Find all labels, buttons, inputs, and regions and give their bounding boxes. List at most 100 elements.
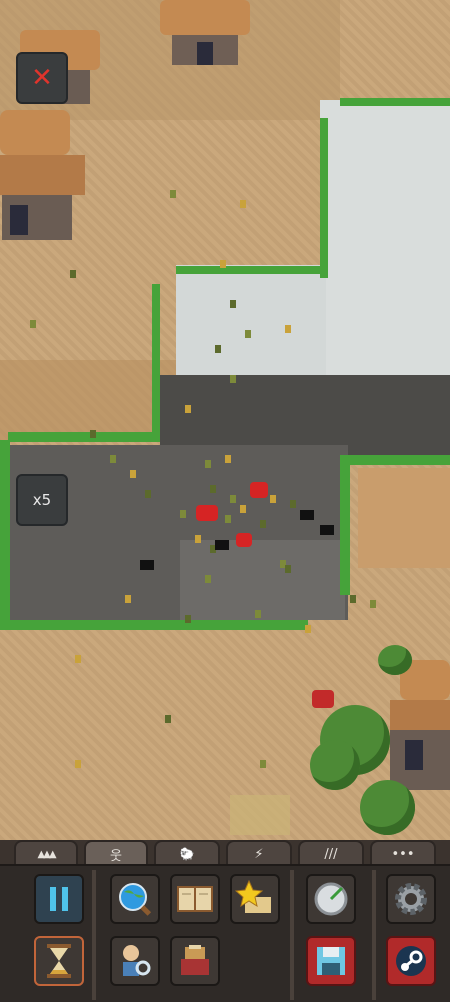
save-button[interactable]	[306, 936, 356, 986]
panel-divider	[372, 870, 376, 1000]
clock-button[interactable]	[306, 874, 356, 924]
villager-sprite[interactable]	[370, 600, 376, 608]
floppy-disk-icon	[317, 947, 345, 975]
speed-label: x5	[32, 491, 52, 509]
villager-sprite[interactable]	[305, 625, 311, 633]
frozen-water	[320, 100, 450, 380]
history-button[interactable]	[170, 936, 220, 986]
villager-sprite[interactable]	[240, 200, 246, 208]
tab-terrain[interactable]: ▲▲▲	[14, 840, 78, 866]
villager-sprite[interactable]	[230, 300, 236, 308]
villager-sprite[interactable]	[30, 320, 36, 328]
villager-sprite[interactable]	[260, 520, 266, 528]
villager-sprite[interactable]	[215, 345, 221, 353]
more-icon: •••	[391, 846, 415, 862]
villager-sprite[interactable]	[255, 610, 261, 618]
shadow-creature-sprite[interactable]	[300, 510, 314, 520]
villager-sprite[interactable]	[230, 375, 236, 383]
gear-icon	[395, 883, 427, 915]
radar-icon	[314, 882, 348, 916]
villager-sprite[interactable]	[205, 575, 211, 583]
close-x-icon: ✕	[31, 63, 53, 93]
sand-patch	[358, 468, 450, 568]
world-laws-button[interactable]	[170, 874, 220, 924]
steam-icon	[396, 946, 426, 976]
book-icon	[177, 886, 213, 912]
tree	[378, 645, 412, 675]
world-inspect-button[interactable]	[110, 874, 160, 924]
village-house[interactable]	[0, 110, 85, 240]
villager-sprite[interactable]	[290, 500, 296, 508]
tab-creatures[interactable]: 🐑	[154, 840, 220, 866]
stone-ground	[160, 375, 450, 455]
kingdom-border	[152, 284, 160, 434]
villager-sprite[interactable]	[125, 595, 131, 603]
pause-button[interactable]	[34, 874, 84, 924]
village-house[interactable]	[160, 0, 250, 70]
tab-disasters[interactable]: ⚡	[226, 840, 292, 866]
villager-sprite[interactable]	[195, 535, 201, 543]
person-magnifier-icon	[123, 945, 151, 976]
creature-icon: 🐑	[179, 847, 195, 861]
steam-button[interactable]	[386, 936, 436, 986]
villager-sprite[interactable]	[225, 455, 231, 463]
villager-sprite[interactable]	[145, 490, 151, 498]
tools-icon: ///	[324, 846, 338, 862]
villager-sprite[interactable]	[130, 470, 136, 478]
shadow-creature-sprite[interactable]	[320, 525, 334, 535]
villager-sprite[interactable]	[185, 615, 191, 623]
achievements-button[interactable]	[230, 874, 280, 924]
shadow-creature-sprite[interactable]	[215, 540, 229, 550]
kingdom-border	[340, 98, 450, 106]
terrain-icon: ▲▲▲	[37, 848, 56, 860]
villager-sprite[interactable]	[75, 760, 81, 768]
villager-sprite[interactable]	[185, 405, 191, 413]
villager-sprite[interactable]	[90, 430, 96, 438]
blood-splatter	[196, 505, 218, 521]
blood-splatter	[312, 690, 334, 708]
villager-sprite[interactable]	[240, 505, 246, 513]
shadow-creature-sprite[interactable]	[140, 560, 154, 570]
blood-splatter	[250, 482, 268, 498]
villager-sprite[interactable]	[230, 495, 236, 503]
history-book-icon	[181, 945, 209, 975]
world-map[interactable]: ✕ x5	[0, 0, 450, 840]
villager-sprite[interactable]	[285, 325, 291, 333]
blood-splatter	[236, 533, 252, 547]
tab-more[interactable]: •••	[370, 840, 436, 866]
dry-grass	[230, 795, 290, 835]
time-speed-button[interactable]	[34, 936, 84, 986]
villager-sprite[interactable]	[75, 655, 81, 663]
kingdom-border	[8, 432, 160, 442]
villager-sprite[interactable]	[270, 495, 276, 503]
villager-sprite[interactable]	[350, 595, 356, 603]
villager-sprite[interactable]	[70, 270, 76, 278]
villager-sprite[interactable]	[205, 460, 211, 468]
villager-sprite[interactable]	[245, 330, 251, 338]
villager-sprite[interactable]	[285, 565, 291, 573]
unit-inspect-button[interactable]	[110, 936, 160, 986]
kingdom-border	[0, 440, 10, 630]
kingdom-border	[340, 455, 450, 465]
settings-button[interactable]	[386, 874, 436, 924]
villager-sprite[interactable]	[110, 455, 116, 463]
kingdom-border	[340, 455, 350, 595]
power-toolbar: ▲▲▲ 웃 🐑 ⚡ /// •••	[0, 840, 450, 1002]
tab-tools[interactable]: ///	[298, 840, 364, 866]
speed-indicator[interactable]: x5	[16, 474, 68, 526]
human-icon: 웃	[110, 848, 122, 864]
villager-sprite[interactable]	[165, 715, 171, 723]
tree	[310, 740, 360, 790]
frozen-water	[176, 265, 326, 385]
villager-sprite[interactable]	[225, 515, 231, 523]
villager-sprite[interactable]	[210, 485, 216, 493]
villager-sprite[interactable]	[180, 510, 186, 518]
villager-sprite[interactable]	[260, 760, 266, 768]
villager-sprite[interactable]	[170, 190, 176, 198]
villager-sprite[interactable]	[220, 260, 226, 268]
hourglass-icon	[47, 944, 71, 978]
tree	[360, 780, 415, 835]
close-button[interactable]: ✕	[16, 52, 68, 104]
tab-humans[interactable]: 웃	[84, 840, 148, 866]
kingdom-border	[320, 118, 328, 278]
